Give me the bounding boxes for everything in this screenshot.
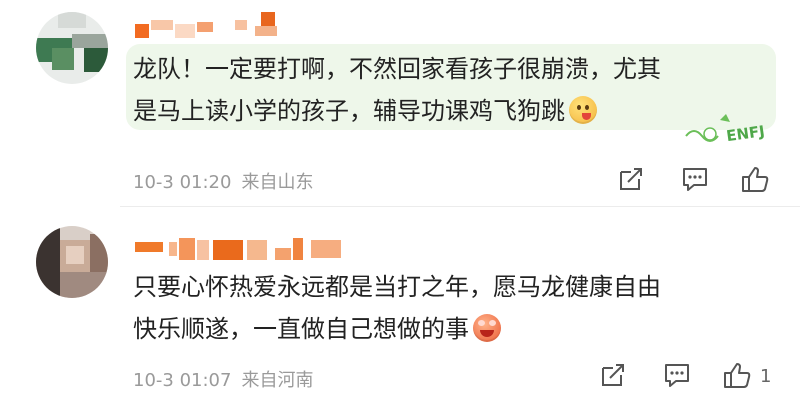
comment-text-line: 龙队！一定要打啊，不然回家看孩子很崩溃，尤其 — [133, 55, 661, 83]
blushing-laugh-emoji — [473, 314, 501, 342]
badge-label: ENFJ — [725, 122, 766, 145]
comment-location: 来自山东 — [241, 172, 314, 193]
comment-time: 10-3 01:07 — [133, 370, 232, 391]
tongue-out-emoji — [569, 96, 597, 124]
comment-button[interactable] — [662, 360, 696, 392]
comment-icon — [665, 364, 689, 387]
comment-text-fragment: 快乐顺遂，一直做自己想做的事 — [133, 315, 469, 343]
comment-meta: 10-3 01:07 来自河南 — [133, 366, 313, 392]
comment-button[interactable] — [680, 164, 714, 196]
avatar[interactable] — [36, 226, 108, 298]
like-button[interactable] — [740, 164, 774, 196]
username-blurred[interactable] — [135, 236, 355, 262]
username-blurred[interactable] — [135, 12, 335, 38]
thumbs-up-icon — [724, 363, 751, 388]
comment-item: 龙队！一定要打啊，不然回家看孩子很崩溃，尤其 是马上读小学的孩子，辅导功课鸡飞狗… — [0, 0, 800, 206]
share-button[interactable] — [598, 360, 632, 392]
comment-text-line: 快乐顺遂，一直做自己想做的事 — [133, 308, 778, 350]
comment-meta: 10-3 01:20 来自山东 — [133, 168, 313, 194]
comment-icon — [683, 168, 707, 191]
like-button[interactable] — [722, 360, 756, 392]
comment-text-line: 只要心怀热爱永远都是当打之年，愿马龙健康自由 — [133, 273, 661, 301]
enfj-badge: ENFJ — [685, 114, 766, 145]
like-count: 1 — [760, 366, 772, 387]
share-icon — [620, 168, 642, 190]
comment-time: 10-3 01:20 — [133, 172, 232, 193]
thumbs-up-icon — [742, 167, 769, 192]
comment-text: 只要心怀热爱永远都是当打之年，愿马龙健康自由 快乐顺遂，一直做自己想做的事 — [133, 266, 778, 350]
comment-text-fragment: 是马上读小学的孩子，辅导功课鸡飞狗跳 — [133, 97, 565, 125]
comment-location: 来自河南 — [241, 370, 314, 391]
share-button[interactable] — [616, 164, 650, 196]
comment-item: 只要心怀热爱永远都是当打之年，愿马龙健康自由 快乐顺遂，一直做自己想做的事 10… — [0, 206, 800, 420]
avatar[interactable] — [36, 12, 108, 84]
share-icon — [602, 364, 624, 386]
